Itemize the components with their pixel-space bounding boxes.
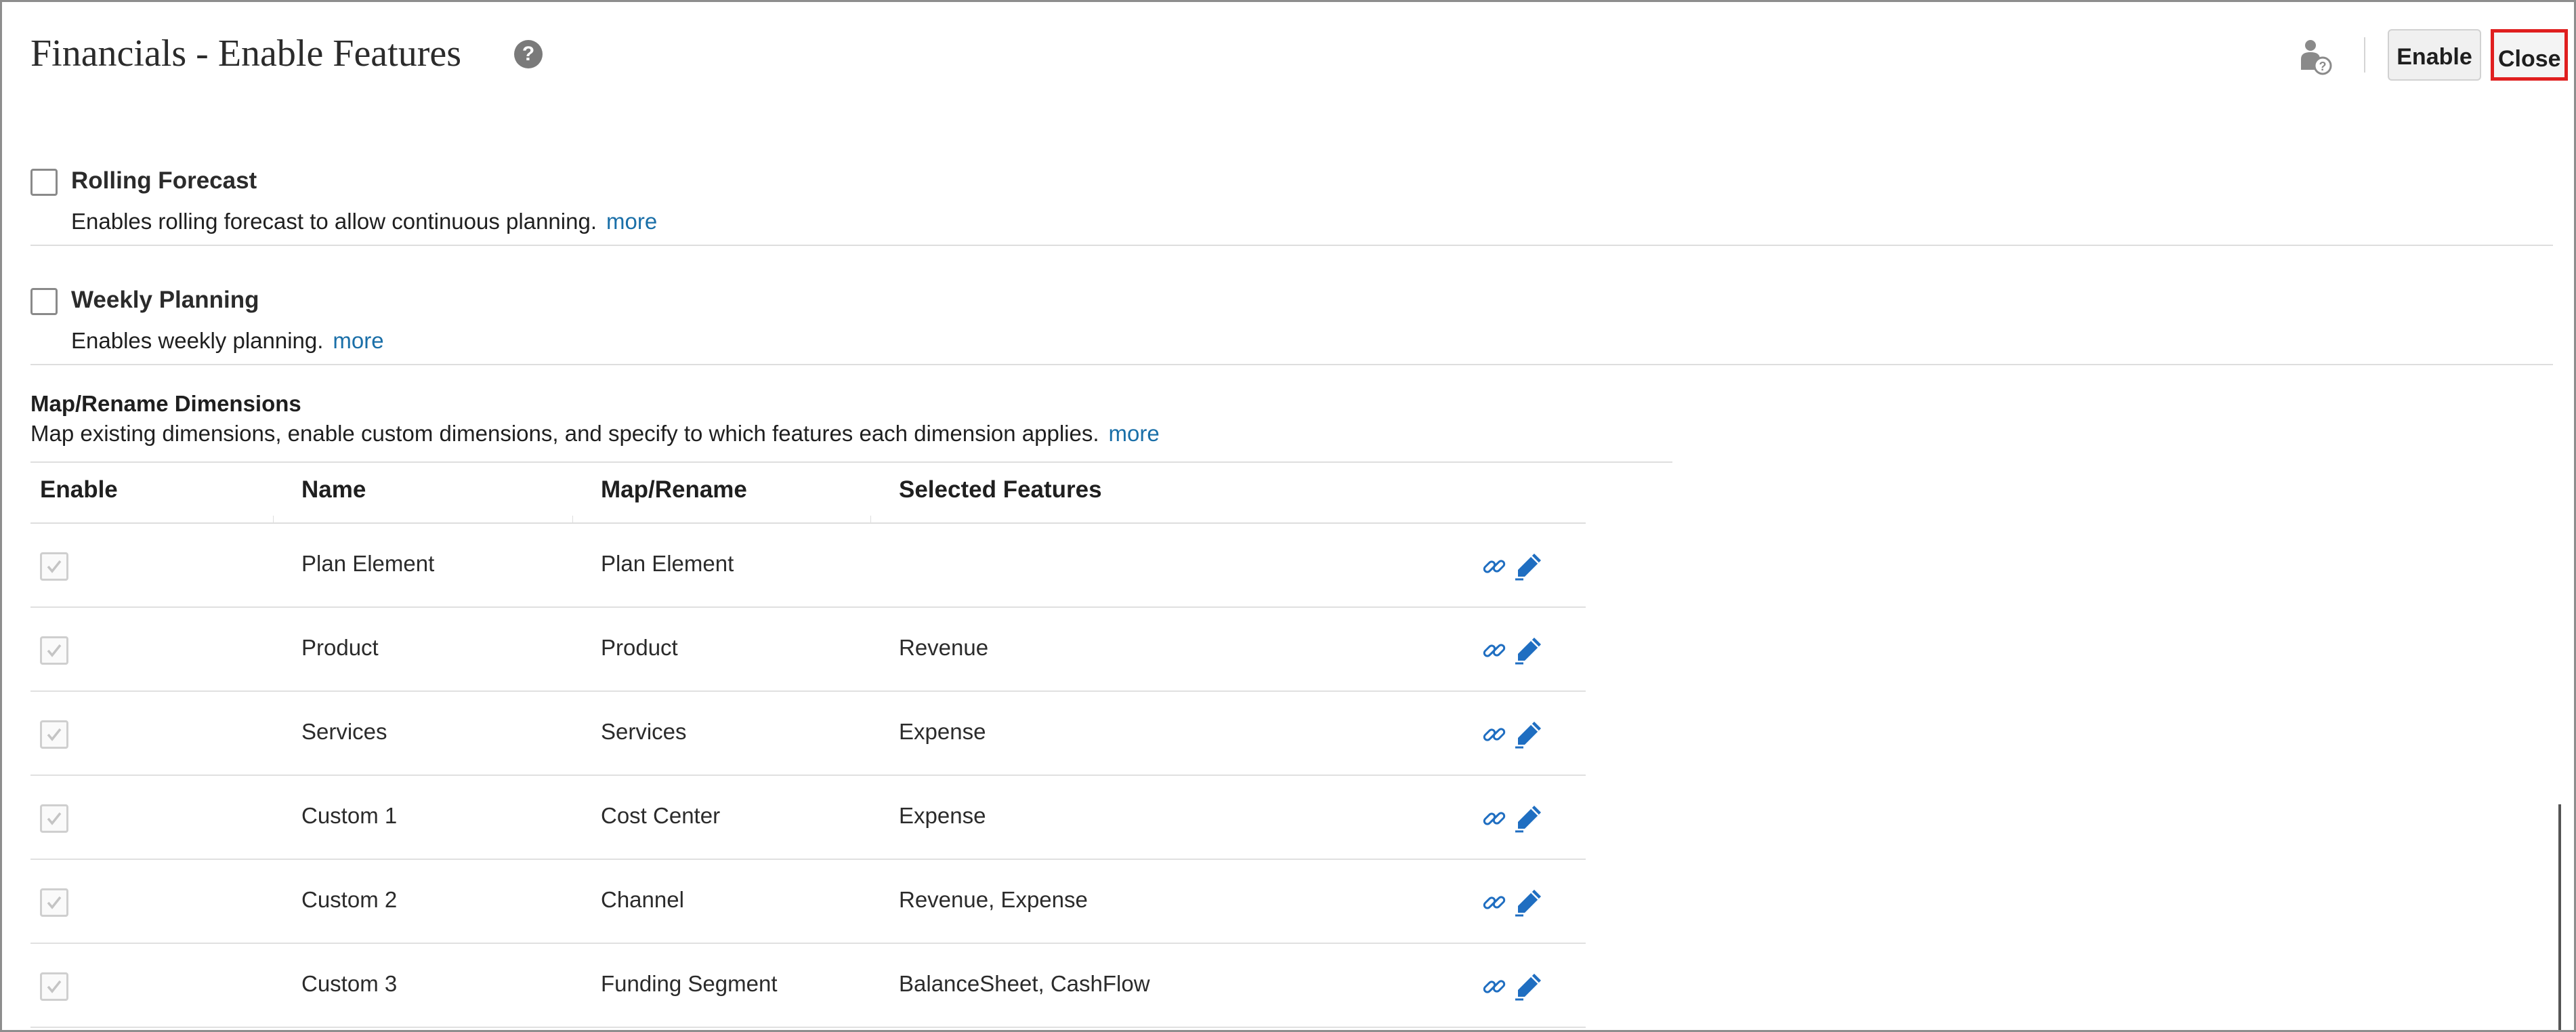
row-enable-checkbox[interactable] <box>40 552 68 581</box>
rolling-forecast-desc-text: Enables rolling forecast to allow contin… <box>71 209 597 234</box>
row-name: Product <box>301 635 379 660</box>
weekly-planning-desc-text: Enables weekly planning. <box>71 328 324 353</box>
row-name: Plan Element <box>301 551 435 576</box>
column-header-selected-features[interactable]: Selected Features <box>899 476 1102 503</box>
row-name: Custom 2 <box>301 887 398 912</box>
user-help-icon[interactable]: ? <box>2294 36 2335 77</box>
row-enable-checkbox[interactable] <box>40 888 68 917</box>
link-icon[interactable] <box>1481 890 1507 915</box>
row-selected-features: Revenue, Expense <box>899 887 1088 912</box>
dimensions-more-link[interactable]: more <box>1109 421 1160 446</box>
dimensions-section-description: Map existing dimensions, enable custom d… <box>30 421 1160 447</box>
table-row[interactable]: Plan Element Plan Element <box>30 524 1586 608</box>
row-map-rename: Plan Element <box>601 551 734 576</box>
row-map-rename: Cost Center <box>601 803 721 828</box>
row-name: Custom 1 <box>301 803 398 828</box>
table-row[interactable]: Product Product Revenue <box>30 608 1586 692</box>
link-icon[interactable] <box>1481 638 1507 663</box>
pencil-edit-icon[interactable] <box>1514 803 1544 833</box>
table-row[interactable]: Custom 2 Channel Revenue, Expense <box>30 860 1586 944</box>
rolling-forecast-checkbox[interactable] <box>30 169 58 196</box>
column-header-enable[interactable]: Enable <box>40 476 118 503</box>
column-header-map-rename[interactable]: Map/Rename <box>601 476 747 503</box>
row-selected-features: Revenue <box>899 635 989 660</box>
row-map-rename: Funding Segment <box>601 971 778 996</box>
table-row[interactable]: Services Services Expense <box>30 692 1586 776</box>
enable-button[interactable]: Enable <box>2388 29 2481 81</box>
row-selected-features: Expense <box>899 719 986 744</box>
row-name: Custom 3 <box>301 971 398 996</box>
link-icon[interactable] <box>1481 806 1507 831</box>
dimensions-desc-text: Map existing dimensions, enable custom d… <box>30 421 1099 446</box>
column-header-name[interactable]: Name <box>301 476 366 503</box>
dialog-frame: Financials - Enable Features ? ? Enable … <box>0 0 2576 1032</box>
help-icon[interactable]: ? <box>514 40 543 68</box>
row-enable-checkbox[interactable] <box>40 636 68 665</box>
rolling-forecast-description: Enables rolling forecast to allow contin… <box>71 209 657 234</box>
dimensions-section-title: Map/Rename Dimensions <box>30 391 301 416</box>
divider <box>30 245 2553 246</box>
rolling-forecast-more-link[interactable]: more <box>606 209 657 234</box>
toolbar-separator <box>2364 37 2365 73</box>
pencil-edit-icon[interactable] <box>1514 887 1544 917</box>
table-row[interactable]: Custom 1 Cost Center Expense <box>30 776 1586 860</box>
page-title: Financials - Enable Features <box>30 33 462 75</box>
row-map-rename: Product <box>601 635 678 660</box>
pencil-edit-icon[interactable] <box>1514 635 1544 665</box>
pencil-edit-icon[interactable] <box>1514 971 1544 1001</box>
rolling-forecast-title: Rolling Forecast <box>71 167 257 194</box>
weekly-planning-title: Weekly Planning <box>71 287 259 313</box>
row-enable-checkbox[interactable] <box>40 804 68 833</box>
weekly-planning-description: Enables weekly planning. more <box>71 328 384 354</box>
vertical-scrollbar[interactable] <box>2558 804 2561 1030</box>
pencil-edit-icon[interactable] <box>1514 719 1544 749</box>
weekly-planning-checkbox[interactable] <box>30 288 58 315</box>
row-enable-checkbox[interactable] <box>40 972 68 1001</box>
link-icon[interactable] <box>1481 554 1507 579</box>
row-name: Services <box>301 719 387 744</box>
weekly-planning-more-link[interactable]: more <box>333 328 383 353</box>
close-button[interactable]: Close <box>2491 29 2568 81</box>
pencil-edit-icon[interactable] <box>1514 551 1544 581</box>
row-map-rename: Services <box>601 719 687 744</box>
table-row[interactable]: Custom 3 Funding Segment BalanceSheet, Cas… <box>30 944 1586 1028</box>
row-map-rename: Channel <box>601 887 684 912</box>
divider <box>30 461 1672 463</box>
row-enable-checkbox[interactable] <box>40 720 68 749</box>
link-icon[interactable] <box>1481 974 1507 999</box>
divider <box>30 364 2553 365</box>
link-icon[interactable] <box>1481 722 1507 747</box>
row-selected-features: Expense <box>899 803 986 828</box>
svg-text:?: ? <box>2319 60 2327 73</box>
row-selected-features: BalanceSheet, CashFlow <box>899 971 1150 996</box>
